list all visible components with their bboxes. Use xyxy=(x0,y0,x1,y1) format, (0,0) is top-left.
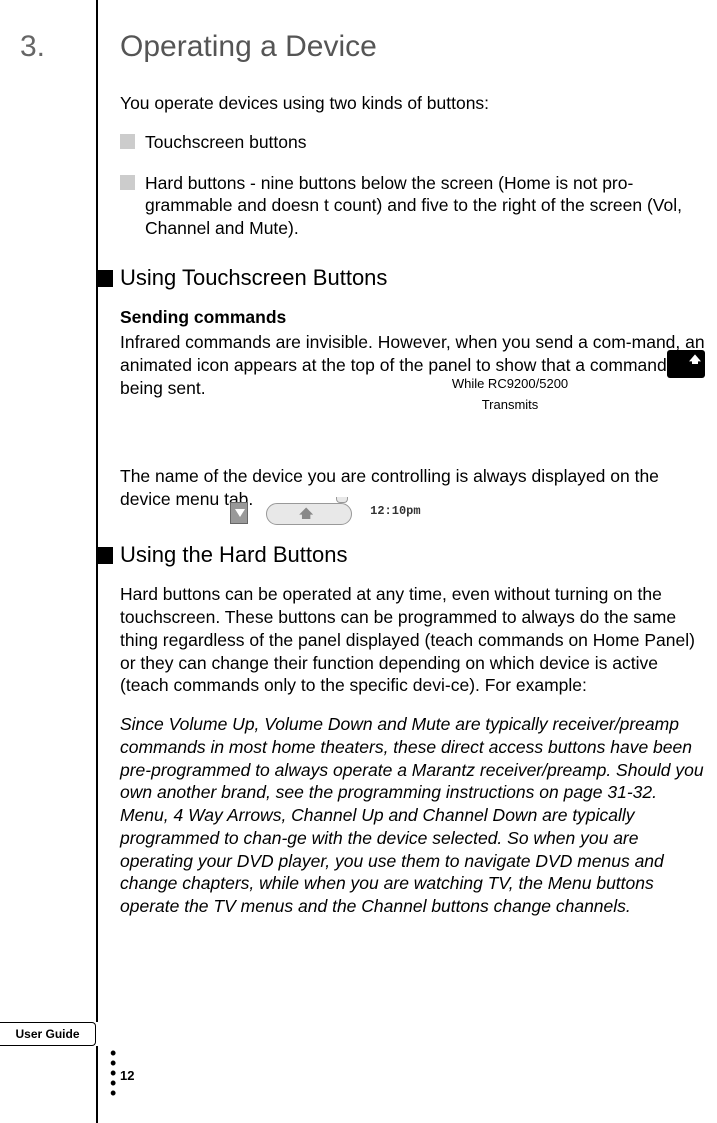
section-square-icon xyxy=(96,547,113,564)
bullet-item: Hard buttons - nine buttons below the sc… xyxy=(120,172,707,240)
bullet-text: Touchscreen buttons xyxy=(145,131,707,154)
body-paragraph-italic: Since Volume Up, Volume Down and Mute ar… xyxy=(120,713,707,918)
chapter-heading-row: 3. Operating a Device xyxy=(0,30,717,64)
spacer xyxy=(120,399,707,465)
body-paragraph: The name of the device you are controlli… xyxy=(120,465,707,511)
bullet-text: Hard buttons - nine buttons below the sc… xyxy=(145,172,707,240)
caption-line: Transmits xyxy=(482,397,539,412)
section-heading: Using the Hard Buttons xyxy=(96,541,707,570)
body-paragraph: Hard buttons can be operated at any time… xyxy=(120,583,707,697)
section-heading: Using Touchscreen Buttons xyxy=(96,264,707,293)
dotted-rule: . . . . . . . . . . . . . . . . . . . . … xyxy=(0,78,717,84)
section-square-icon xyxy=(96,270,113,287)
intro-paragraph: You operate devices using two kinds of b… xyxy=(120,92,707,115)
sending-commands-block: Sending commands Infrared commands are i… xyxy=(120,306,707,399)
paragraph-text: The name of the device you are controlli… xyxy=(120,466,659,509)
section-title: Using the Hard Buttons xyxy=(120,541,347,570)
chapter-number: 3. xyxy=(0,30,96,64)
caption-line: While RC9200/5200 xyxy=(452,376,568,391)
bullet-square-icon xyxy=(120,134,135,149)
section-title: Using Touchscreen Buttons xyxy=(120,264,387,293)
user-guide-tab: User Guide xyxy=(0,1022,96,1046)
body-paragraph: Infrared commands are invisible. However… xyxy=(120,331,707,399)
page-content: You operate devices using two kinds of b… xyxy=(120,92,707,934)
tab-dropdown-icon xyxy=(230,502,248,524)
subheading: Sending commands xyxy=(120,306,707,329)
bullet-square-icon xyxy=(120,175,135,190)
tab-home-icon xyxy=(266,503,352,525)
page-number: 12 xyxy=(120,1068,134,1083)
tab-time-label: 12:10pm xyxy=(370,504,420,520)
bullet-item: Touchscreen buttons xyxy=(120,131,707,154)
transmit-caption: While RC9200/5200 Transmits xyxy=(420,374,600,416)
chapter-title: Operating a Device xyxy=(96,30,377,64)
transmit-home-icon xyxy=(667,350,705,378)
vertical-dots: ••••• xyxy=(110,1048,116,1098)
tab-notch xyxy=(336,497,348,503)
